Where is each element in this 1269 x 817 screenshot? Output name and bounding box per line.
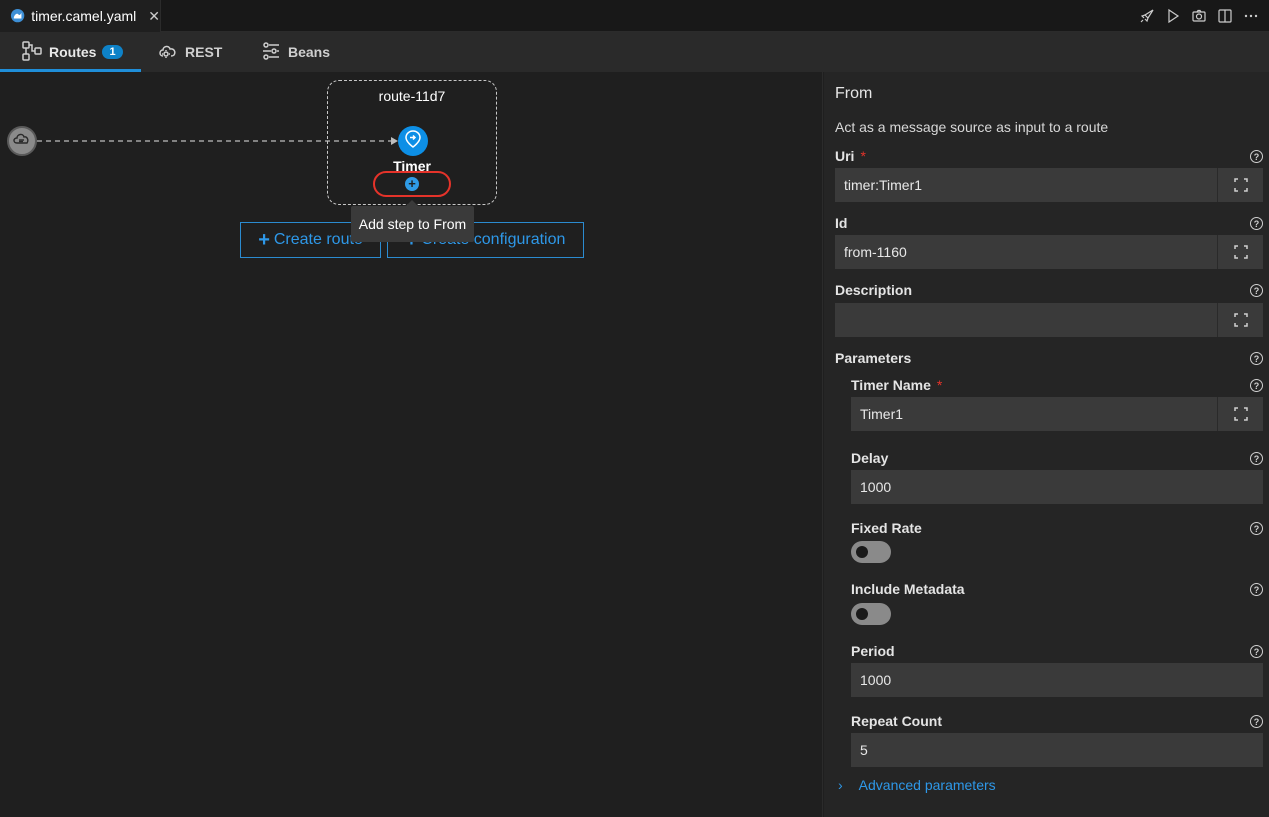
editor-title-bar: timer.camel.yaml ✕ <box>0 0 1269 32</box>
fixed-rate-label: Fixed Rate <box>851 520 922 536</box>
add-step-tooltip: Add step to From <box>351 200 474 242</box>
tab-routes[interactable]: Routes 1 <box>0 32 141 72</box>
parameters-label: Parameters <box>835 350 912 366</box>
period-field <box>851 663 1263 697</box>
beans-icon <box>260 40 282 65</box>
expand-icon[interactable] <box>1217 168 1263 202</box>
routes-icon <box>21 40 43 65</box>
uri-input[interactable] <box>835 168 1217 202</box>
properties-panel: From Act as a message source as input to… <box>824 72 1269 817</box>
advanced-parameters-toggle[interactable]: › Advanced parameters <box>838 777 996 793</box>
help-icon[interactable]: ? <box>1250 352 1263 365</box>
panel-description: Act as a message source as input to a ro… <box>835 119 1109 135</box>
delay-field <box>851 470 1263 504</box>
uri-label: Uri * <box>835 148 866 164</box>
expand-icon[interactable] <box>1217 235 1263 269</box>
advanced-parameters-label: Advanced parameters <box>858 777 996 793</box>
description-label: Description <box>835 282 913 298</box>
external-source-node[interactable] <box>7 126 37 156</box>
timer-node[interactable] <box>398 126 428 156</box>
include-metadata-toggle[interactable] <box>851 603 891 625</box>
camera-icon[interactable] <box>1189 6 1209 26</box>
help-icon[interactable]: ? <box>1250 379 1263 392</box>
camel-file-icon <box>10 8 25 24</box>
tab-routes-label: Routes <box>49 44 97 60</box>
description-field <box>835 303 1263 337</box>
timer-name-input[interactable] <box>851 397 1217 431</box>
more-icon[interactable] <box>1241 6 1261 26</box>
run-icon[interactable] <box>1163 6 1183 26</box>
timer-name-field <box>851 397 1263 431</box>
tab-rest-label: REST <box>185 44 223 60</box>
add-step-plus-icon: + <box>405 177 419 191</box>
repeat-count-field <box>851 733 1263 767</box>
uri-field <box>835 168 1263 202</box>
delay-label: Delay <box>851 450 889 466</box>
close-icon[interactable]: ✕ <box>148 8 160 25</box>
route-group[interactable]: route-11d7 Timer + <box>327 80 497 205</box>
routes-count-badge: 1 <box>102 45 123 59</box>
help-icon[interactable]: ? <box>1250 583 1263 596</box>
help-icon[interactable]: ? <box>1250 217 1263 230</box>
help-icon[interactable]: ? <box>1250 715 1263 728</box>
help-icon[interactable]: ? <box>1250 452 1263 465</box>
help-icon[interactable]: ? <box>1250 150 1263 163</box>
repeat-count-label: Repeat Count <box>851 713 942 729</box>
fixed-rate-toggle[interactable] <box>851 541 891 563</box>
file-tab[interactable]: timer.camel.yaml ✕ <box>0 0 161 32</box>
help-icon[interactable]: ? <box>1250 645 1263 658</box>
cloud-icon <box>157 40 179 65</box>
cloud-source-icon <box>12 129 32 154</box>
id-input[interactable] <box>835 235 1217 269</box>
id-field <box>835 235 1263 269</box>
tab-beans[interactable]: Beans <box>260 32 330 72</box>
timer-name-label: Timer Name * <box>851 377 943 393</box>
delay-input[interactable] <box>851 470 1263 504</box>
split-editor-icon[interactable] <box>1215 6 1235 26</box>
period-label: Period <box>851 643 895 659</box>
expand-icon[interactable] <box>1217 397 1263 431</box>
tab-rest[interactable]: REST <box>157 32 222 72</box>
expand-icon[interactable] <box>1217 303 1263 337</box>
tab-beans-label: Beans <box>288 44 331 60</box>
route-canvas[interactable]: route-11d7 Timer + + Create route + Crea… <box>0 72 823 817</box>
period-input[interactable] <box>851 663 1263 697</box>
help-icon[interactable]: ? <box>1250 284 1263 297</box>
include-metadata-label: Include Metadata <box>851 581 965 597</box>
chevron-right-icon: › <box>838 777 843 793</box>
description-input[interactable] <box>835 303 1217 337</box>
view-tabs: Routes 1 REST Beans <box>0 32 1269 72</box>
repeat-count-input[interactable] <box>851 733 1263 767</box>
title-actions <box>1137 0 1261 32</box>
help-icon[interactable]: ? <box>1250 522 1263 535</box>
timer-icon <box>403 129 423 154</box>
plus-icon: + <box>258 228 270 251</box>
panel-title: From <box>835 85 873 102</box>
id-label: Id <box>835 215 848 231</box>
file-tab-name: timer.camel.yaml <box>31 8 137 24</box>
create-route-label: Create route <box>273 231 363 248</box>
add-step-button[interactable]: + <box>373 171 451 197</box>
route-label: route-11d7 <box>378 88 446 104</box>
rocket-icon[interactable] <box>1137 6 1157 26</box>
